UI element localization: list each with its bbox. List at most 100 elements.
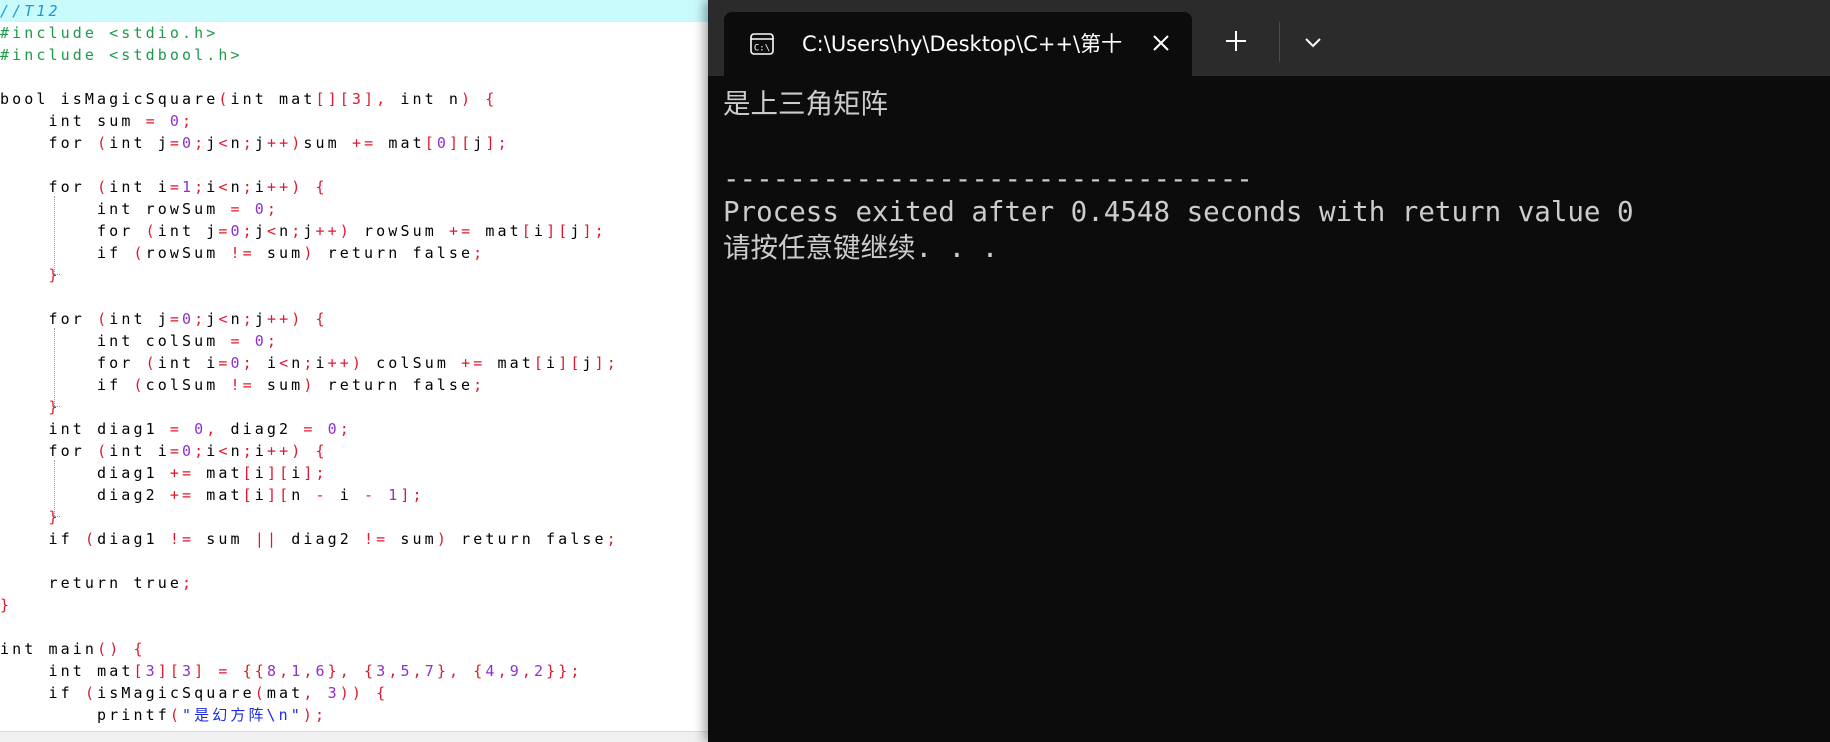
code-token: ]; — [303, 464, 328, 482]
code-token: j — [206, 222, 219, 240]
code-line[interactable]: if (diag1 != sum || diag2 != sum) return… — [0, 528, 712, 550]
code-line[interactable]: if (isMagicSquare(mat, 3)) { — [0, 682, 712, 704]
code-line[interactable]: } — [0, 506, 712, 528]
code-token: i — [546, 354, 559, 372]
code-token: ; — [194, 178, 207, 196]
code-token: j — [206, 134, 219, 152]
code-token: j — [206, 310, 219, 328]
code-token: [ — [242, 464, 255, 482]
code-token: 1 — [388, 486, 401, 504]
code-token: < — [218, 310, 231, 328]
code-token: , — [521, 662, 534, 680]
code-token: "是幻方阵\n" — [181, 706, 303, 724]
code-line[interactable]: printf("是幻方阵\n"); — [0, 704, 712, 726]
code-token: int — [48, 662, 98, 680]
terminal-window: C:\ C:\Users\hy\Desktop\C++\第十 是上三角矩阵 ---… — [708, 0, 1830, 742]
code-token: = — [230, 332, 255, 350]
code-token: return false — [461, 530, 607, 548]
code-token: j — [254, 134, 267, 152]
terminal-output[interactable]: 是上三角矩阵 -------------------------------- Pr… — [708, 76, 1830, 742]
code-line[interactable]: for (int j=0;j<n;j++)sum += mat[0][j]; — [0, 132, 712, 154]
close-icon[interactable] — [1146, 28, 1176, 58]
code-token: [ — [521, 222, 534, 240]
code-token: main — [48, 640, 98, 658]
code-line[interactable] — [0, 616, 712, 638]
chevron-down-icon[interactable] — [1298, 28, 1328, 58]
code-token: i — [206, 178, 219, 196]
code-line[interactable]: } — [0, 264, 712, 286]
code-line[interactable]: for (int j=0;j<n;j++) rowSum += mat[i][j… — [0, 220, 712, 242]
code-line[interactable]: diag2 += mat[i][n - i - 1]; — [0, 484, 712, 506]
code-token: ) — [436, 530, 462, 548]
code-line[interactable]: int colSum = 0; — [0, 330, 712, 352]
block-guide-end — [54, 274, 60, 275]
code-line[interactable]: for (int j=0;j<n;j++) { — [0, 308, 712, 330]
code-token: ][ — [449, 134, 474, 152]
code-token: mat — [97, 662, 134, 680]
terminal-tab[interactable]: C:\ C:\Users\hy\Desktop\C++\第十 — [724, 12, 1192, 76]
code-token: < — [218, 442, 231, 460]
code-line[interactable]: } — [0, 594, 712, 616]
code-token: i — [254, 178, 267, 196]
code-token: , — [303, 662, 316, 680]
editor-horizontal-scrollbar[interactable] — [0, 731, 712, 742]
code-token: ; — [194, 310, 207, 328]
code-line[interactable]: int diag1 = 0, diag2 = 0; — [0, 418, 712, 440]
code-line[interactable]: int main() { — [0, 638, 712, 660]
code-token: #include <stdbool.h> — [0, 46, 243, 64]
code-token: ][ — [266, 486, 292, 504]
code-line[interactable]: diag1 += mat[i][i]; — [0, 462, 712, 484]
code-line[interactable]: for (int i=0;i<n;i++) { — [0, 440, 712, 462]
code-token: ++) { — [267, 310, 328, 328]
code-line[interactable] — [0, 550, 712, 572]
tab-title: C:\Users\hy\Desktop\C++\第十 — [802, 32, 1123, 56]
code-token: - — [315, 486, 340, 504]
code-token: int — [97, 332, 146, 350]
code-token: 0 — [254, 200, 267, 218]
code-token: ( — [97, 442, 110, 460]
code-line[interactable] — [0, 154, 712, 176]
code-token: colSum — [376, 354, 462, 372]
code-token: sum — [266, 376, 304, 394]
terminal-line: -------------------------------- — [723, 163, 1253, 195]
code-line[interactable]: int sum = 0; — [0, 110, 712, 132]
code-line[interactable]: for (int i=0; i<n;i++) colSum += mat[i][… — [0, 352, 712, 374]
code-line[interactable]: //T12 — [0, 0, 712, 22]
code-token: int — [48, 112, 98, 130]
code-token: return false — [327, 244, 474, 262]
code-token: i — [206, 354, 219, 372]
code-line[interactable] — [0, 66, 712, 88]
code-token: 8 — [266, 662, 280, 680]
code-line[interactable] — [0, 286, 712, 308]
code-editor[interactable]: //T12 #include <stdio.h> #include <stdbool… — [0, 0, 712, 742]
code-line[interactable]: if (rowSum != sum) return false; — [0, 242, 712, 264]
code-token: 5 — [400, 662, 413, 680]
code-line[interactable]: #include <stdio.h> — [0, 22, 712, 44]
code-token: int — [109, 178, 158, 196]
code-line[interactable]: #include <stdbool.h> — [0, 44, 712, 66]
code-line[interactable]: int rowSum = 0; — [0, 198, 712, 220]
code-token: isMagicSquare — [97, 684, 255, 702]
code-token: = — [145, 112, 170, 130]
code-token: colSum — [145, 332, 231, 350]
code-token: ) { — [461, 90, 498, 108]
code-line[interactable]: } — [0, 396, 712, 418]
code-token: 0 — [194, 420, 207, 438]
svg-text:C:\: C:\ — [754, 44, 770, 54]
code-line[interactable]: for (int i=1;i<n;i++) { — [0, 176, 712, 198]
new-tab-plus-icon[interactable] — [1221, 26, 1251, 56]
terminal-titlebar[interactable]: C:\ C:\Users\hy\Desktop\C++\第十 — [708, 0, 1830, 76]
code-line[interactable]: bool isMagicSquare(int mat[][3], int n) … — [0, 88, 712, 110]
code-token: ; — [303, 354, 316, 372]
code-token: sum — [303, 134, 352, 152]
code-line[interactable]: return true; — [0, 572, 712, 594]
code-line[interactable]: int mat[3][3] = {{8,1,6}, {3,5,7}, {4,9,… — [0, 660, 712, 682]
code-line[interactable]: if (colSum != sum) return false; — [0, 374, 712, 396]
code-token: i — [157, 178, 170, 196]
code-token: ; — [194, 442, 207, 460]
